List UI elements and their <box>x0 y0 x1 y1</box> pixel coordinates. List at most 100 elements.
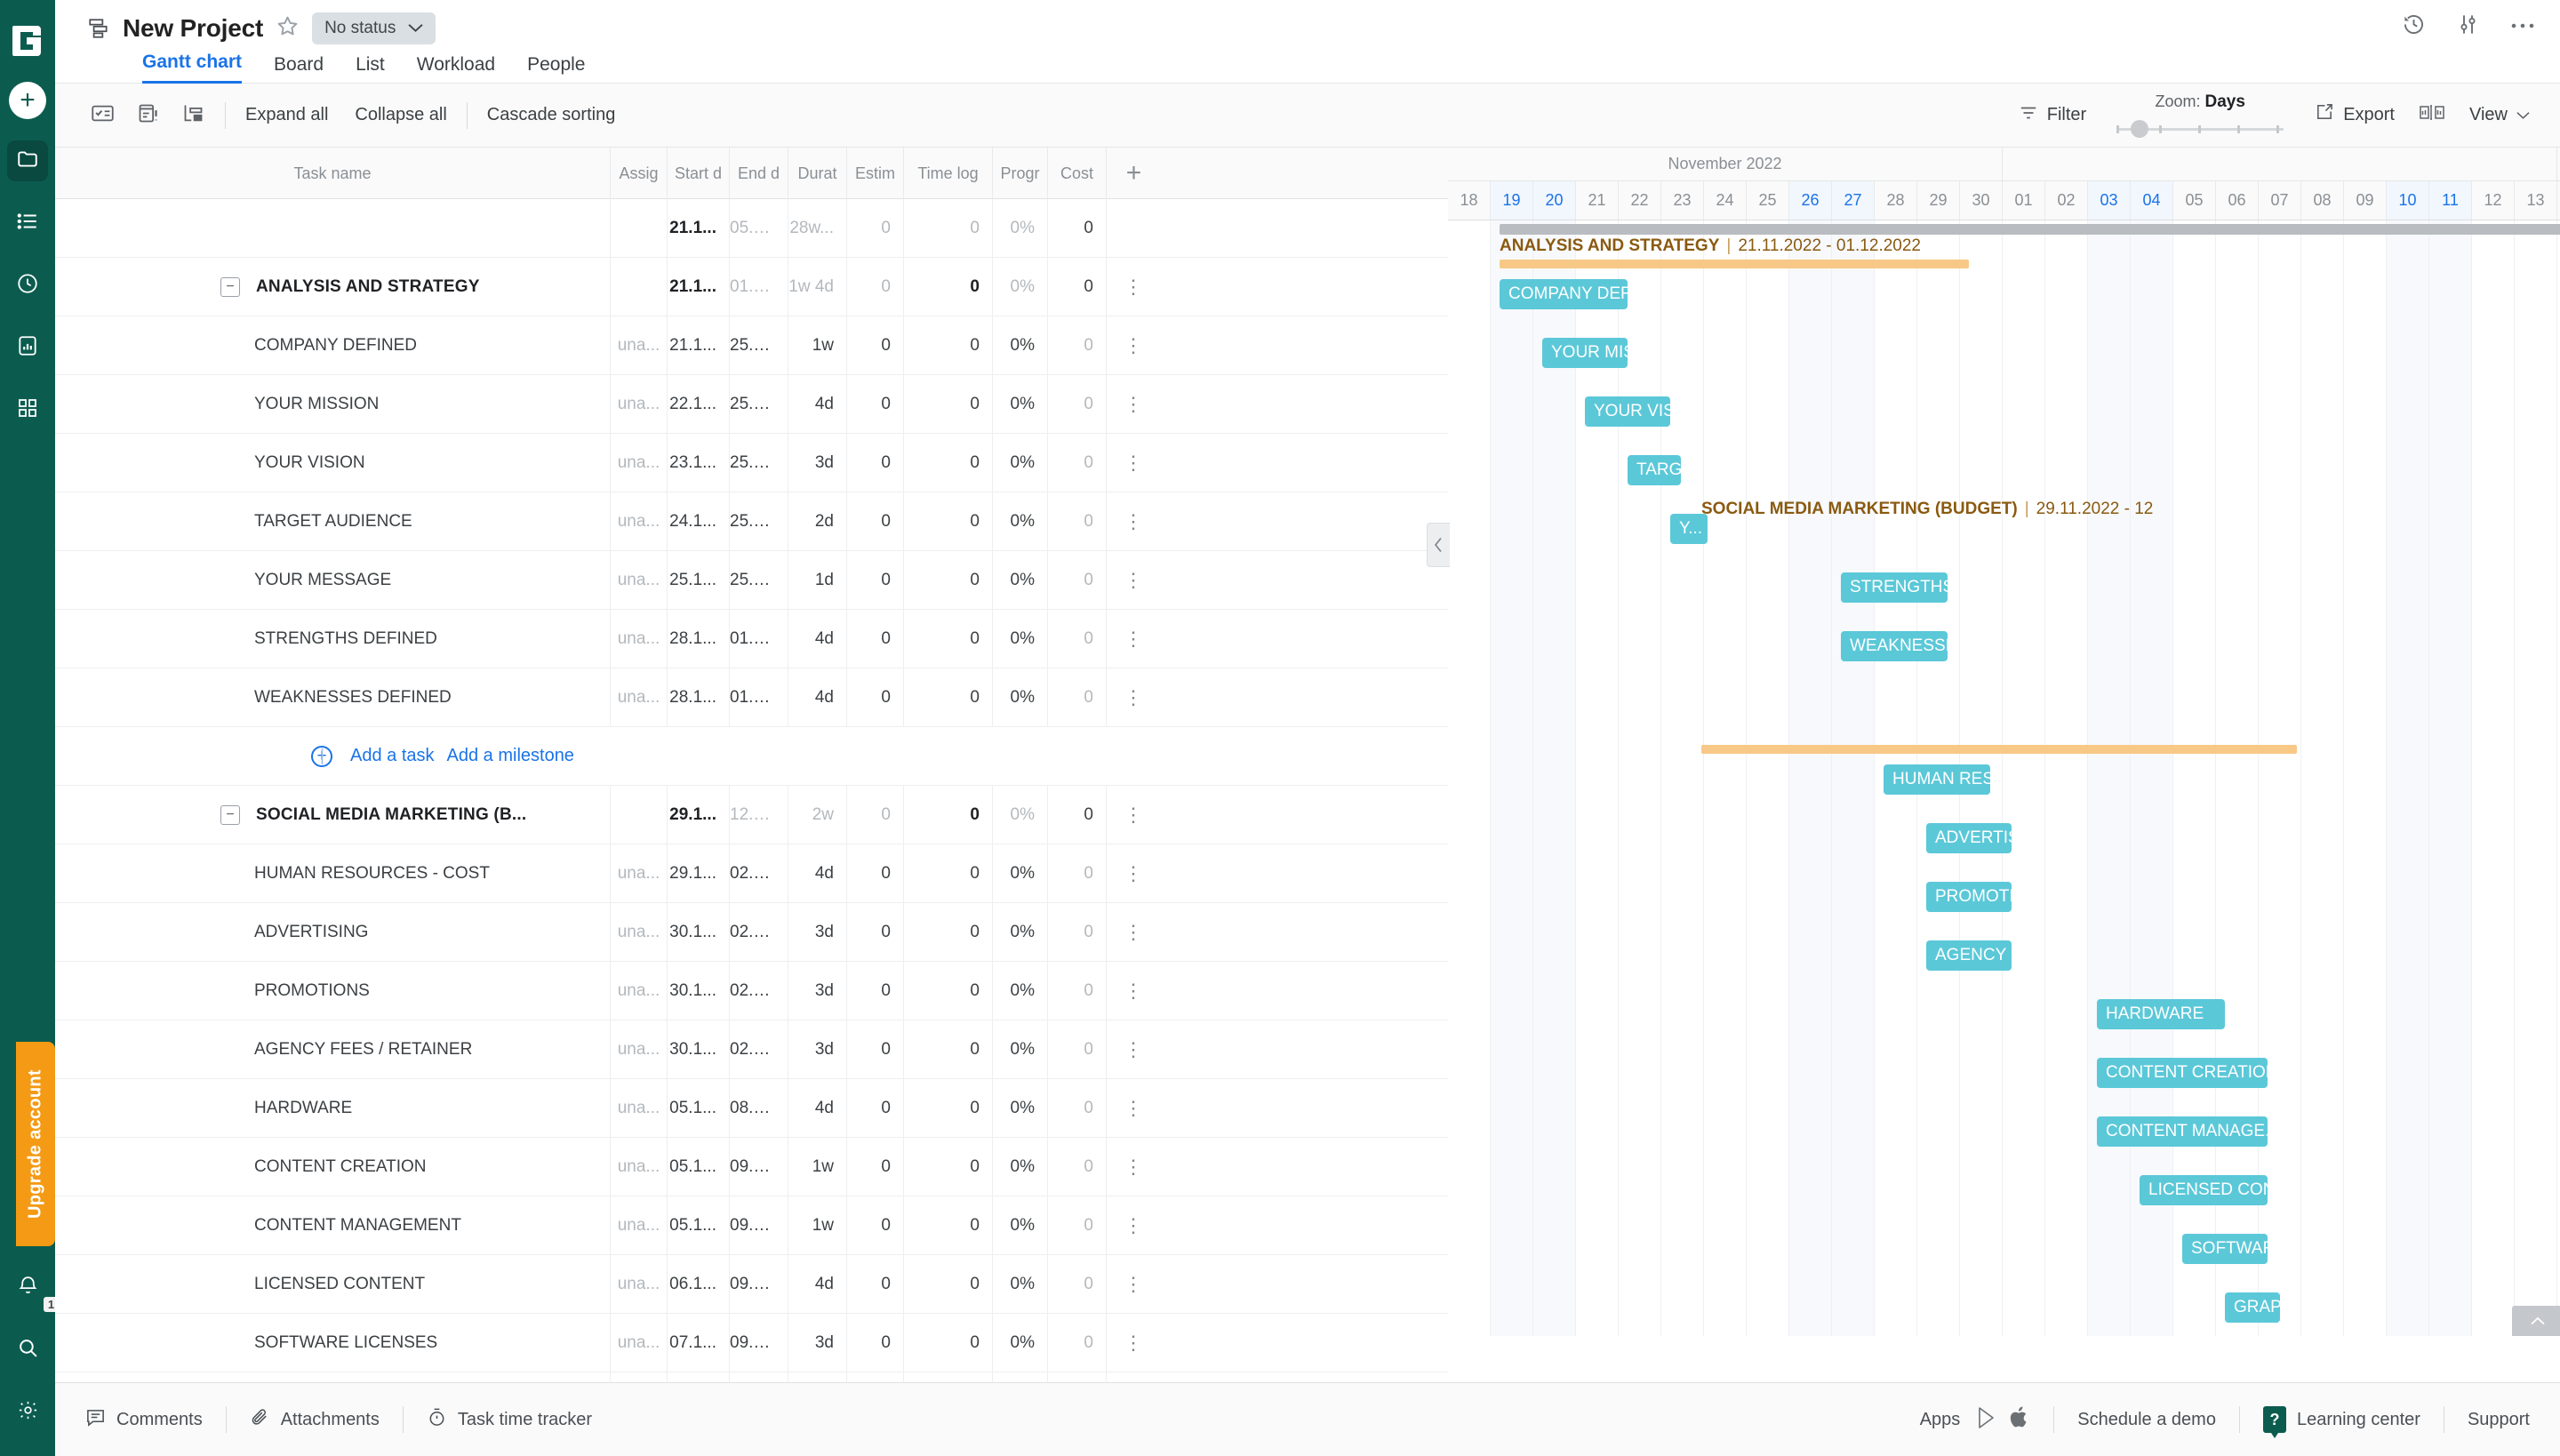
row-menu-button[interactable]: ⋮ <box>1106 492 1161 551</box>
cell-assignee[interactable] <box>610 257 667 316</box>
cell-duration[interactable]: 2d <box>788 492 846 551</box>
cell-start_date[interactable]: 08.1... <box>667 1372 729 1382</box>
search-button[interactable] <box>7 1330 48 1371</box>
settings-sliders-icon[interactable] <box>2456 12 2480 41</box>
cell-task-name[interactable]: SOFTWARE LICENSES <box>55 1314 610 1372</box>
cell-time_log[interactable]: 0 <box>903 433 992 492</box>
zoom-slider-handle[interactable] <box>2131 119 2149 138</box>
cell-cost[interactable]: 0 <box>1047 1078 1106 1138</box>
cell-progress[interactable]: 0% <box>992 550 1047 610</box>
cell-duration[interactable]: 1w <box>788 316 846 375</box>
cell-task-name[interactable]: LICENSED CONTENT <box>55 1255 610 1314</box>
cell-end_date[interactable]: 01.1... <box>729 257 788 316</box>
expand-all-button[interactable]: Expand all <box>245 105 328 125</box>
table-row[interactable]: GRAPHIC DESIGNuna...08.1...09.1...2d000%… <box>55 1372 1448 1382</box>
cell-time_log[interactable]: 0 <box>903 844 992 903</box>
cell-progress[interactable]: 0% <box>992 199 1047 258</box>
cell-duration[interactable]: 4d <box>788 374 846 434</box>
cell-assignee[interactable]: una... <box>610 1137 667 1196</box>
cell-assignee[interactable]: una... <box>610 433 667 492</box>
cell-cost[interactable]: 0 <box>1047 668 1106 727</box>
collapse-all-button[interactable]: Collapse all <box>355 105 446 125</box>
column-header-assignee[interactable]: Assig <box>610 147 667 199</box>
add-milestone-link[interactable]: Add a milestone <box>447 746 574 766</box>
row-menu-button[interactable]: ⋮ <box>1106 316 1161 375</box>
cell-duration[interactable]: 28w... <box>788 199 846 258</box>
row-menu-button[interactable]: ⋮ <box>1106 609 1161 668</box>
attachments-button[interactable]: Attachments <box>250 1407 380 1433</box>
cell-assignee[interactable]: una... <box>610 844 667 903</box>
table-row[interactable]: PROMOTIONS una... 30.1... 02.1... 3d 0 0 0% 0 ⋮ <box>55 961 1448 1020</box>
column-header-task_name[interactable]: Task name <box>55 148 610 199</box>
cell-assignee[interactable]: una... <box>610 1372 667 1382</box>
bar-your-mission[interactable]: YOUR MISSION <box>1542 338 1628 368</box>
cell-end_date[interactable]: 05.0... <box>729 199 788 258</box>
cell-task-name[interactable]: − SOCIAL MEDIA MARKETING (B... <box>55 786 610 844</box>
cell-start_date[interactable]: 05.1... <box>667 1078 729 1138</box>
comments-button[interactable]: Comments <box>85 1407 203 1433</box>
cell-end_date[interactable]: 01.1... <box>729 668 788 727</box>
cell-assignee[interactable] <box>610 199 667 258</box>
cell-end_date[interactable]: 09.1... <box>729 1372 788 1382</box>
export-button[interactable]: Export <box>2314 102 2395 128</box>
cell-time_log[interactable]: 0 <box>903 257 992 316</box>
cell-start_date[interactable]: 24.1... <box>667 492 729 551</box>
cell-task-name[interactable]: PROMOTIONS <box>55 962 610 1020</box>
settings-button[interactable] <box>7 1392 48 1433</box>
column-header-add_column[interactable]: + <box>1106 147 1161 199</box>
cell-duration[interactable]: 4d <box>788 668 846 727</box>
cell-cost[interactable]: 0 <box>1047 609 1106 668</box>
collapse-toggle-icon[interactable]: − <box>220 804 240 825</box>
cell-assignee[interactable]: una... <box>610 609 667 668</box>
cell-duration[interactable]: 3d <box>788 433 846 492</box>
cell-cost[interactable]: 0 <box>1047 550 1106 610</box>
bar-promotions[interactable]: PROMOTI... <box>1926 882 2012 912</box>
cell-time_log[interactable]: 0 <box>903 1313 992 1372</box>
cell-end_date[interactable]: 02.1... <box>729 961 788 1020</box>
cell-end_date[interactable]: 02.1... <box>729 844 788 903</box>
cell-start_date[interactable]: 23.1... <box>667 433 729 492</box>
cell-end_date[interactable]: 01.1... <box>729 609 788 668</box>
sidebar-item-apps[interactable] <box>7 389 48 430</box>
table-row[interactable]: YOUR VISION una... 23.1... 25.1... 3d 0 0 0% 0 ⋮ <box>55 433 1448 492</box>
cell-time_log[interactable]: 0 <box>903 550 992 610</box>
cell-cost[interactable]: 0 <box>1047 316 1106 375</box>
cell-estimation[interactable]: 0 <box>846 199 903 258</box>
cell-estimation[interactable]: 0 <box>846 492 903 551</box>
view-dropdown[interactable]: View <box>2469 105 2530 125</box>
cell-time_log[interactable]: 0 <box>903 785 992 844</box>
cell-end_date[interactable]: 08.1... <box>729 1078 788 1138</box>
tab-list[interactable]: List <box>356 54 385 84</box>
cell-assignee[interactable] <box>610 785 667 844</box>
bar-hardware[interactable]: HARDWARE <box>2097 999 2225 1029</box>
cell-time_log[interactable]: 0 <box>903 492 992 551</box>
cell-duration[interactable]: 4d <box>788 609 846 668</box>
cell-cost[interactable]: 0 <box>1047 961 1106 1020</box>
sidebar-item-projects[interactable] <box>7 140 48 181</box>
cell-progress[interactable]: 0% <box>992 374 1047 434</box>
cell-time_log[interactable]: 0 <box>903 668 992 727</box>
cascade-sorting-button[interactable]: Cascade sorting <box>487 105 616 125</box>
my-tasks-icon[interactable] <box>91 101 115 130</box>
cell-cost[interactable]: 0 <box>1047 1020 1106 1079</box>
cell-estimation[interactable]: 0 <box>846 1196 903 1255</box>
sidebar-item-tasks[interactable] <box>7 203 48 244</box>
add-new-button[interactable]: + <box>9 82 46 119</box>
cell-duration[interactable]: 4d <box>788 844 846 903</box>
cell-time_log[interactable]: 0 <box>903 1020 992 1079</box>
cell-task-name[interactable]: GRAPHIC DESIGN <box>55 1372 610 1383</box>
cell-progress[interactable]: 0% <box>992 785 1047 844</box>
cell-assignee[interactable]: una... <box>610 902 667 962</box>
cell-task-name[interactable] <box>55 199 610 258</box>
bar-target-audience[interactable]: TARG... <box>1628 455 1681 485</box>
history-icon[interactable] <box>2402 12 2426 41</box>
cell-task-name[interactable]: HUMAN RESOURCES - COST <box>55 844 610 903</box>
cell-duration[interactable]: 3d <box>788 1313 846 1372</box>
cell-estimation[interactable]: 0 <box>846 1313 903 1372</box>
support-button[interactable]: Support <box>2468 1410 2530 1430</box>
column-header-end_date[interactable]: End d <box>729 147 788 199</box>
cell-estimation[interactable]: 0 <box>846 316 903 375</box>
cell-progress[interactable]: 0% <box>992 1254 1047 1314</box>
cell-progress[interactable]: 0% <box>992 1020 1047 1079</box>
bar-graphic-design[interactable]: GRAP... <box>2225 1292 2280 1323</box>
